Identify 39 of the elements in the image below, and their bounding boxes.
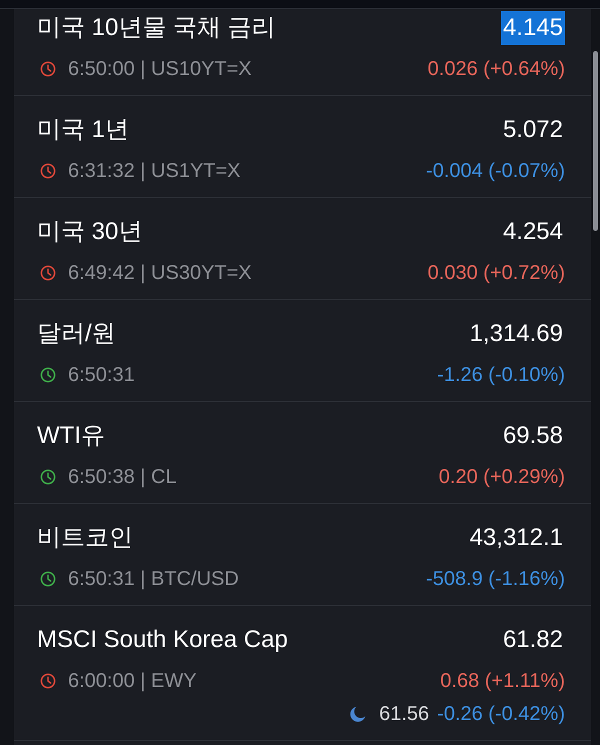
price-value: 1,314.69: [468, 319, 564, 349]
time-symbol-label: 6:49:42 | US30YT=X: [68, 261, 252, 286]
price-value: 69.58: [502, 421, 564, 451]
instrument-name: 미국 30년: [37, 217, 142, 247]
price-change: -1.26 (-0.10%): [437, 363, 565, 388]
time-symbol-label: 6:00:00 | EWY: [68, 669, 197, 694]
time-symbol-label: 6:31:32 | US1YT=X: [68, 159, 241, 184]
instrument-name: WTI유: [37, 421, 105, 451]
time-symbol-label: 6:50:31: [68, 363, 135, 388]
instrument-name: 미국 10년물 국채 금리: [37, 13, 276, 43]
price-value: 5.072: [502, 115, 564, 145]
instrument-name: MSCI South Korea Cap: [37, 625, 288, 655]
price-change: 0.20 (+0.29%): [438, 465, 565, 490]
price-value: 4.254: [502, 217, 564, 247]
quote-row[interactable]: 미국 30년 4.254 6:49:42 | US30YT=X 0.030 (+0.72%): [14, 198, 591, 300]
after-hours-change: -0.26 (-0.42%): [437, 702, 565, 727]
quote-row[interactable]: 미국 1년 5.072 6:31:32 | US1YT=X -0.004 (-0.07%): [14, 96, 591, 198]
instrument-name: 미국 1년: [37, 115, 130, 145]
price-change: -0.004 (-0.07%): [426, 159, 565, 184]
scrollbar-thumb[interactable]: [593, 51, 598, 231]
moon-icon: [349, 705, 368, 723]
price-change: -508.9 (-1.16%): [426, 567, 565, 592]
quote-row[interactable]: 비트코인 43,312.1 6:50:31 | BTC/USD -508.9 (-1.16%): [14, 504, 591, 606]
price-change: 0.030 (+0.72%): [428, 261, 565, 286]
price-value: 4.145: [500, 11, 565, 45]
quote-row[interactable]: 미국 10년물 국채 금리 4.145 6:50:00 | US10YT=X 0.026 (+0.64%): [14, 9, 591, 96]
after-hours-price: 61.56: [379, 702, 430, 727]
instrument-name: 비트코인: [37, 523, 133, 553]
quote-row[interactable]: 달러/원 1,314.69 6:50:31 -1.26 (-0.10%): [14, 300, 591, 402]
time-symbol-label: 6:50:31 | BTC/USD: [68, 567, 239, 592]
price-value: 43,312.1: [468, 523, 564, 553]
price-change: 0.68 (+1.11%): [440, 669, 565, 694]
time-symbol-label: 6:50:38 | CL: [68, 465, 177, 490]
price-change: 0.026 (+0.64%): [428, 57, 565, 82]
time-symbol-label: 6:50:00 | US10YT=X: [68, 57, 252, 82]
instrument-name: 달러/원: [37, 319, 116, 349]
quote-row[interactable]: MSCI South Korea Cap 61.82 6:00:00 | EWY 0.68 (+1.11%) 61.56 -0.26 (-0.42%): [14, 606, 591, 741]
price-value: 61.82: [502, 625, 564, 655]
quote-row[interactable]: WTI유 69.58 6:50:38 | CL 0.20 (+0.29%): [14, 402, 591, 504]
